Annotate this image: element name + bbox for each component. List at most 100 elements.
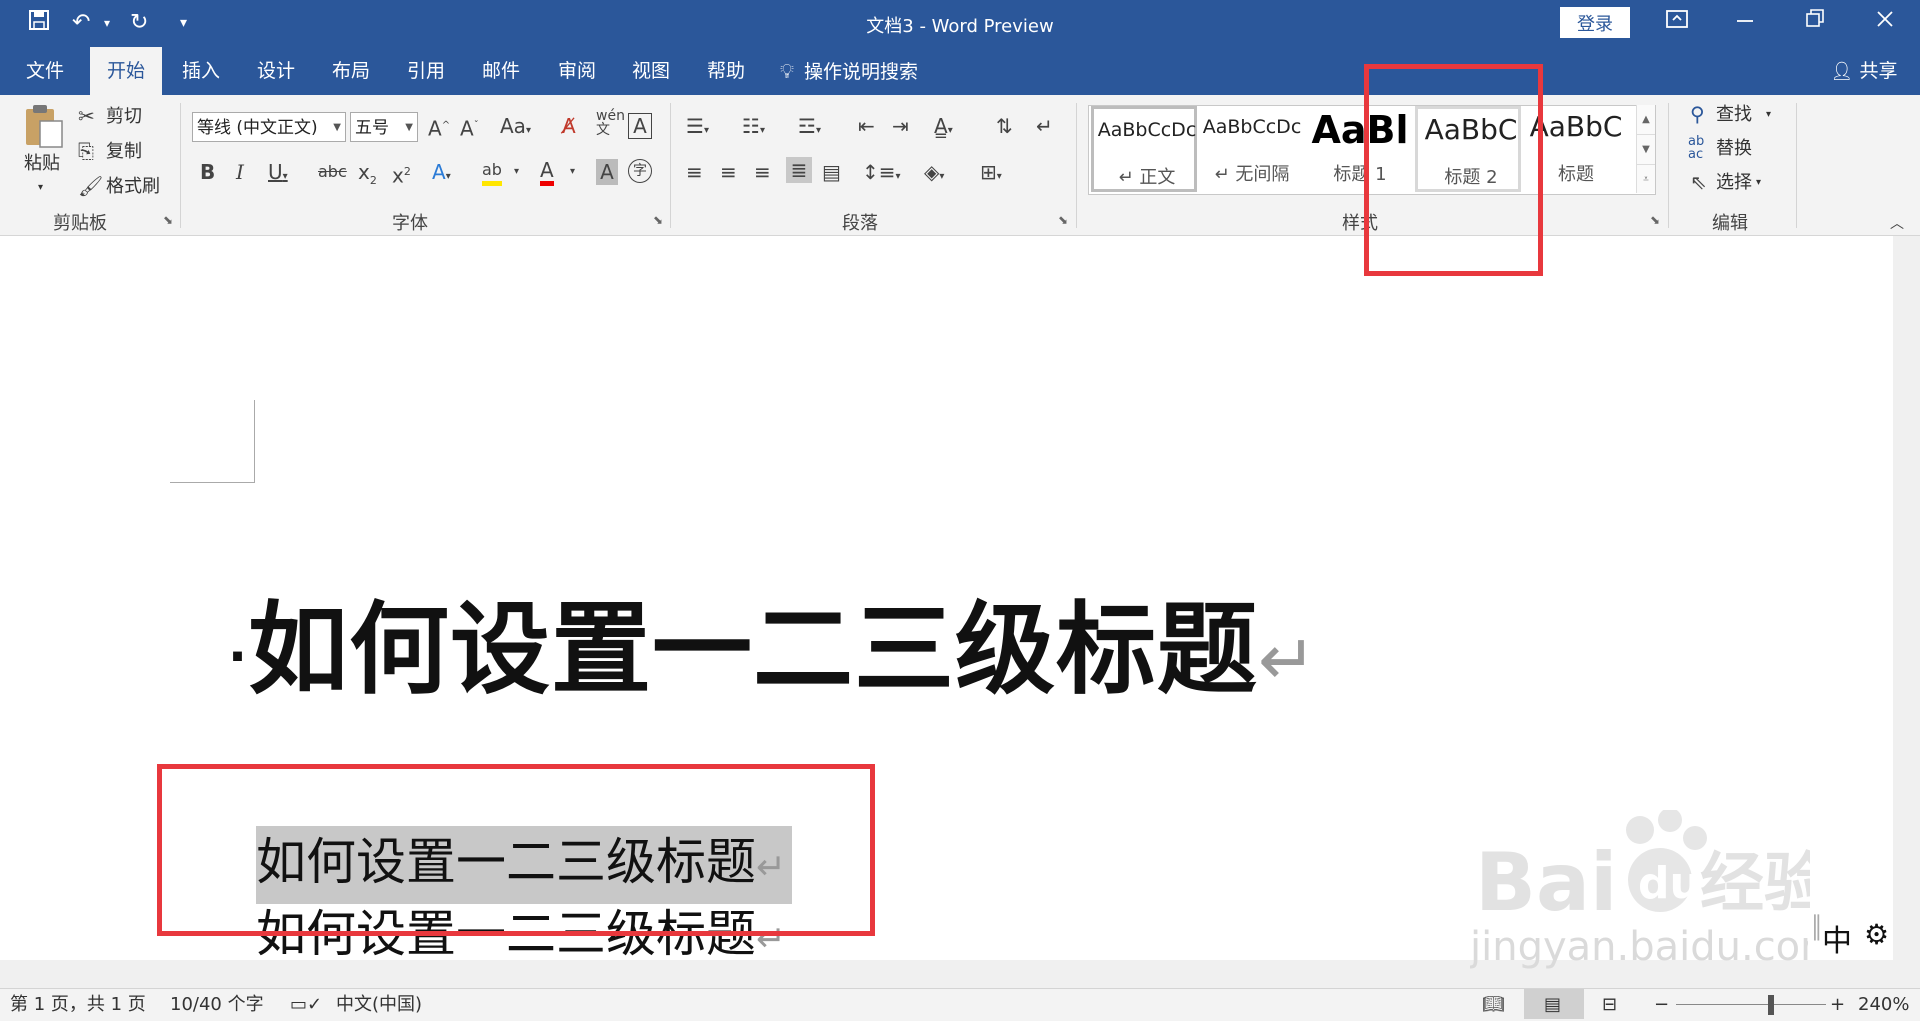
tab-review[interactable]: 审阅 [546,47,608,95]
grow-font-icon[interactable]: A^ [428,113,450,142]
style-name: ↵ 正文 [1118,167,1176,188]
share-button[interactable]: 👤︎ 共享 [1818,47,1910,95]
paste-icon[interactable] [22,103,66,148]
divider [180,103,181,228]
cut-button[interactable]: 剪切 [106,104,142,130]
ime-mode[interactable]: 中 [1822,916,1852,960]
styles-launcher-icon[interactable]: ⬊ [1650,213,1660,227]
highlight-icon[interactable]: ab [482,159,502,186]
borders-icon[interactable]: ⊞▾ [980,159,1002,190]
character-shading-icon[interactable]: A [596,159,618,185]
status-bar: 第 1 页，共 1 页 10/40 个字 ▭✓ 中文(中国) 📖︎ ▤ ⊟ − … [0,988,1920,1021]
heading-1-paragraph[interactable]: ·如何设置一二三级标题↵ [228,585,1318,725]
align-center-icon[interactable]: ≡ [720,159,737,185]
tell-me-label: 操作说明搜索 [804,61,919,83]
decrease-indent-icon[interactable]: ⇤ [858,113,875,139]
ribbon-display-options-icon[interactable] [1666,9,1688,37]
underline-icon[interactable]: U▾ [268,159,288,190]
tab-design[interactable]: 设计 [245,47,307,95]
superscript-icon[interactable]: x2 [392,159,411,189]
tab-home[interactable]: 开始 [90,47,162,95]
format-painter-button[interactable]: 格式刷 [106,174,160,200]
restore-icon[interactable] [1806,9,1824,37]
phonetic-guide-icon[interactable]: wén 文 [596,109,625,137]
font-size-select[interactable]: 五号 ▼ [350,112,418,142]
zoom-slider-track[interactable] [1676,1004,1826,1005]
zoom-in-icon[interactable]: + [1830,993,1845,1017]
ime-indicator[interactable]: ║ 中 ⚙ [1808,910,1893,960]
language-indicator[interactable]: 中文(中国) [336,993,422,1017]
find-dropdown-icon[interactable]: ▾ [1766,102,1771,128]
zoom-level[interactable]: 240% [1858,993,1909,1017]
bullets-icon[interactable]: ☰▾ [686,113,709,144]
close-icon[interactable] [1876,9,1894,37]
tab-insert[interactable]: 插入 [170,47,232,95]
vertical-scrollbar[interactable] [1893,236,1920,988]
shrink-font-icon[interactable]: Aˇ [460,113,479,142]
paragraph-launcher-icon[interactable]: ⬊ [1058,213,1068,227]
tab-mailings[interactable]: 邮件 [470,47,532,95]
minimize-icon[interactable] [1736,9,1754,37]
find-button[interactable]: 查找 [1716,102,1752,128]
zoom-slider-thumb[interactable] [1768,995,1774,1015]
increase-indent-icon[interactable]: ⇥ [892,113,909,139]
tell-me-search[interactable]: 💡︎ 操作说明搜索 [780,47,950,95]
clipboard-launcher-icon[interactable]: ⬊ [163,213,173,227]
shading-icon[interactable]: ◈▾ [924,159,944,190]
style-sample: AaBbCcDc [1097,119,1197,141]
strikethrough-icon[interactable]: abc [318,159,347,185]
select-dropdown-icon[interactable]: ▾ [1756,170,1761,196]
distributed-icon[interactable]: ▤ [822,159,841,185]
font-launcher-icon[interactable]: ⬊ [653,213,663,227]
title-bar: ↶ ▾ ↻ ▾ 文档3 - Word Preview 登录 [0,0,1920,47]
align-left-icon[interactable]: ≡ [686,159,703,185]
print-layout-icon[interactable]: ▤ [1544,993,1561,1017]
character-border-icon[interactable]: A [628,113,652,139]
justify-icon[interactable]: ≣ [786,157,812,183]
tab-help[interactable]: 帮助 [695,47,757,95]
paste-button[interactable]: 粘贴 [24,151,60,177]
numbering-icon[interactable]: ☷▾ [742,113,765,144]
chinese-layout-icon[interactable]: A̳▾ [934,113,953,144]
sort-icon[interactable]: ⇅ [996,113,1013,139]
font-color-dropdown-icon[interactable]: ▾ [570,159,575,185]
read-mode-icon[interactable]: 📖︎ [1482,993,1505,1017]
style-no-spacing[interactable]: AaBbCcDc ↵ 无间隔 [1199,106,1305,192]
scroll-up-icon[interactable]: ▲ [1637,105,1655,134]
proofing-icon[interactable]: ▭✓ [290,993,322,1017]
line-spacing-icon[interactable]: ↕≡▾ [862,159,901,190]
replace-button[interactable]: 替换 [1716,136,1752,162]
scroll-down-icon[interactable]: ▼ [1637,134,1655,164]
copy-button[interactable]: 复制 [106,139,142,165]
subscript-icon[interactable]: x2 [358,159,377,194]
bold-icon[interactable]: B [200,159,215,185]
multilevel-list-icon[interactable]: ☲▾ [798,113,821,144]
tab-references[interactable]: 引用 [395,47,457,95]
page-count[interactable]: 第 1 页，共 1 页 [10,993,146,1017]
more-styles-icon[interactable]: ⩡ [1637,164,1655,194]
web-layout-icon[interactable]: ⊟ [1602,993,1617,1017]
font-family-select[interactable]: 等线 (中文正文) ▼ [192,112,346,142]
divider [1076,103,1077,228]
collapse-ribbon-icon[interactable]: ︿ [1890,211,1904,237]
show-hide-marks-icon[interactable]: ↵ [1036,113,1053,139]
italic-icon[interactable]: I [236,159,244,185]
gear-icon[interactable]: ⚙ [1864,918,1889,951]
zoom-out-icon[interactable]: − [1654,993,1669,1017]
word-count[interactable]: 10/40 个字 [170,993,264,1017]
change-case-icon[interactable]: Aa▾ [500,113,531,144]
tab-layout[interactable]: 布局 [320,47,382,95]
style-normal[interactable]: AaBbCcDc ↵ 正文 [1091,106,1197,192]
align-right-icon[interactable]: ≡ [754,159,771,185]
highlight-dropdown-icon[interactable]: ▾ [514,159,519,185]
font-color-icon[interactable]: A [540,159,554,186]
tab-view[interactable]: 视图 [620,47,682,95]
enclose-characters-icon[interactable]: 字 [628,159,652,183]
login-button[interactable]: 登录 [1560,7,1630,38]
select-button[interactable]: 选择 [1716,170,1752,196]
text-effects-icon[interactable]: A▾ [432,159,451,190]
paste-dropdown-icon[interactable]: ▾ [38,175,43,201]
clear-formatting-icon[interactable]: A̸ [562,113,576,139]
tab-file[interactable]: 文件 [14,47,76,95]
font-group-label: 字体 [392,213,428,234]
